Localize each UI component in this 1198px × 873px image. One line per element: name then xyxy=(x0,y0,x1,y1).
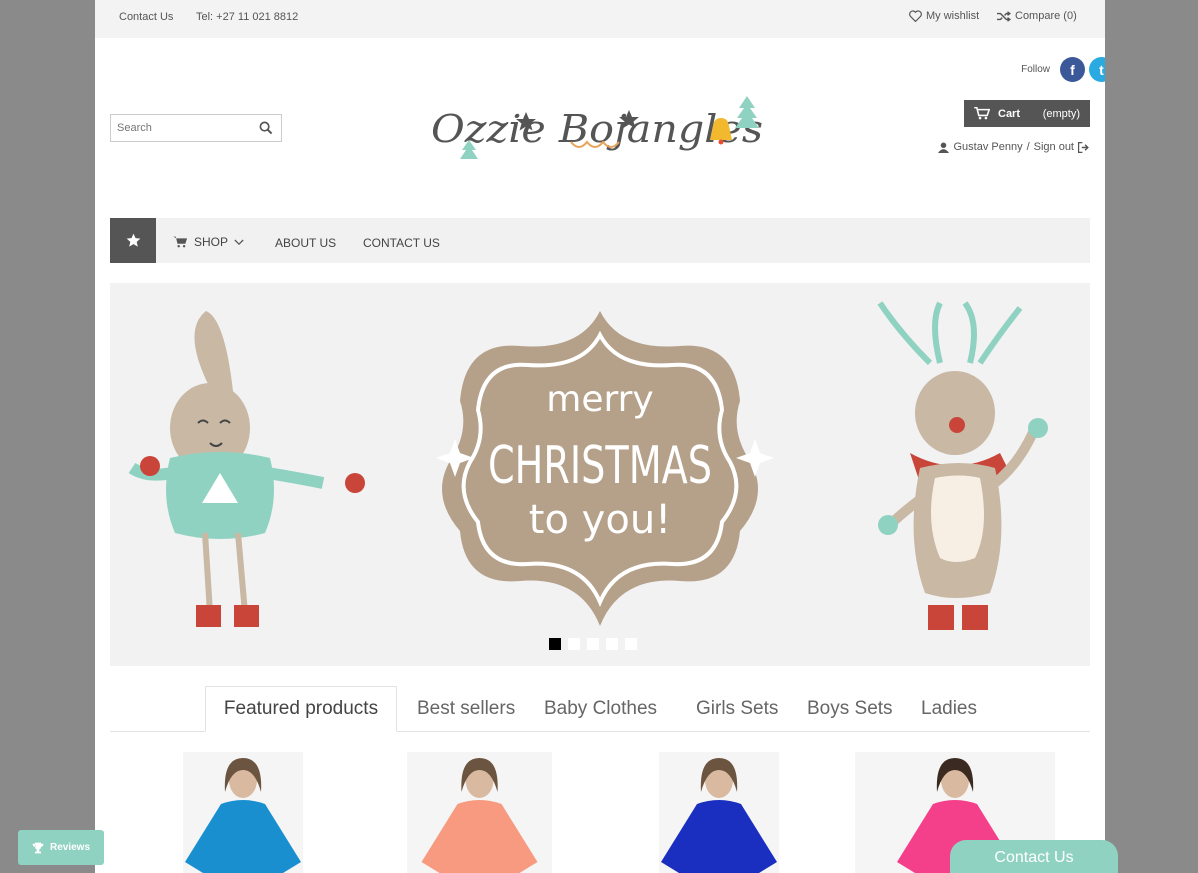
contact-us-link[interactable]: Contact Us xyxy=(119,11,173,23)
slide-dot-2[interactable] xyxy=(568,638,580,650)
user-name-link[interactable]: Gustav Penny xyxy=(953,141,1022,153)
facebook-icon[interactable]: f xyxy=(1060,57,1085,82)
reindeer-illustration xyxy=(877,301,1048,630)
logo[interactable]: Ozzie Bojangles xyxy=(431,92,769,172)
bunny-illustration xyxy=(128,311,365,627)
product-garment xyxy=(661,800,777,873)
cart-label: Cart xyxy=(998,107,1021,120)
product-image[interactable] xyxy=(407,752,552,873)
banner-line-1: merry xyxy=(546,379,654,420)
contact-us-widget-label: Contact Us xyxy=(994,849,1074,866)
sign-out-icon[interactable] xyxy=(1078,141,1090,153)
slide-dot-4[interactable] xyxy=(606,638,618,650)
account-line: Gustav Penny / Sign out xyxy=(938,141,1090,153)
banner-artwork: merry CHRISTMAS to you! xyxy=(128,301,1048,630)
sign-out-link[interactable]: Sign out xyxy=(1034,141,1074,153)
hero-slider[interactable]: merry CHRISTMAS to you! xyxy=(110,283,1090,666)
tab-girls-sets[interactable]: Girls Sets xyxy=(681,686,793,732)
home-star-button[interactable] xyxy=(110,218,156,263)
nav-contact-label: CONTACT US xyxy=(363,236,440,250)
cart-button[interactable]: Cart (empty) xyxy=(964,100,1090,127)
nav-about-label: ABOUT US xyxy=(275,236,337,250)
top-bar: Contact Us Tel: +27 11 021 8812 My wishl… xyxy=(95,0,1105,38)
follow-label: Follow xyxy=(1021,64,1050,75)
search-box xyxy=(110,114,282,142)
reviews-label: Reviews xyxy=(49,842,91,853)
nav-shop-label: SHOP xyxy=(194,235,229,249)
reviews-widget-button[interactable]: Reviews xyxy=(18,830,104,865)
contact-us-widget[interactable]: Contact Us xyxy=(950,840,1118,873)
heart-icon xyxy=(909,10,922,22)
slide-dot-1[interactable] xyxy=(549,638,561,650)
slide-dot-3[interactable] xyxy=(587,638,599,650)
tab-boys-sets[interactable]: Boys Sets xyxy=(792,686,908,732)
compare-label: Compare (0) xyxy=(1015,10,1077,22)
tab-best-sellers[interactable]: Best sellers xyxy=(402,686,530,732)
banner-line-3: to you! xyxy=(529,497,671,543)
phone-number: Tel: +27 11 021 8812 xyxy=(196,11,299,23)
product-garment xyxy=(185,800,301,873)
page: Contact Us Tel: +27 11 021 8812 My wishl… xyxy=(95,0,1105,873)
christmas-plaque: merry CHRISTMAS to you! xyxy=(436,311,774,626)
main-nav: SHOP ABOUT US CONTACT US xyxy=(110,218,1090,263)
account-separator: / xyxy=(1026,141,1030,153)
slide-dot-5[interactable] xyxy=(625,638,637,650)
compare-link[interactable]: Compare (0) xyxy=(997,10,1077,22)
nav-item-about-us[interactable]: ABOUT US xyxy=(275,236,336,250)
product-image[interactable] xyxy=(183,752,303,873)
cart-icon xyxy=(974,107,990,120)
tab-featured-products[interactable]: Featured products xyxy=(205,686,397,732)
tab-baby-clothes[interactable]: Baby Clothes xyxy=(529,686,672,732)
twitter-icon[interactable]: t xyxy=(1089,57,1105,82)
star-icon xyxy=(126,233,140,247)
chevron-down-icon xyxy=(234,239,244,245)
wishlist-link[interactable]: My wishlist xyxy=(909,10,979,22)
search-icon[interactable] xyxy=(259,121,273,135)
user-icon xyxy=(938,142,950,153)
shuffle-icon xyxy=(997,10,1011,22)
search-input[interactable] xyxy=(111,115,251,141)
trophy-icon xyxy=(32,842,44,853)
product-garment xyxy=(421,800,538,873)
cart-status: (empty) xyxy=(1042,107,1080,120)
banner-line-2: CHRISTMAS xyxy=(488,436,712,496)
wishlist-label: My wishlist xyxy=(926,10,980,22)
cart-icon xyxy=(173,236,188,248)
product-image[interactable] xyxy=(659,752,779,873)
nav-item-contact-us[interactable]: CONTACT US xyxy=(363,236,440,250)
nav-item-shop[interactable]: SHOP xyxy=(173,235,244,249)
tab-ladies[interactable]: Ladies xyxy=(906,686,992,732)
